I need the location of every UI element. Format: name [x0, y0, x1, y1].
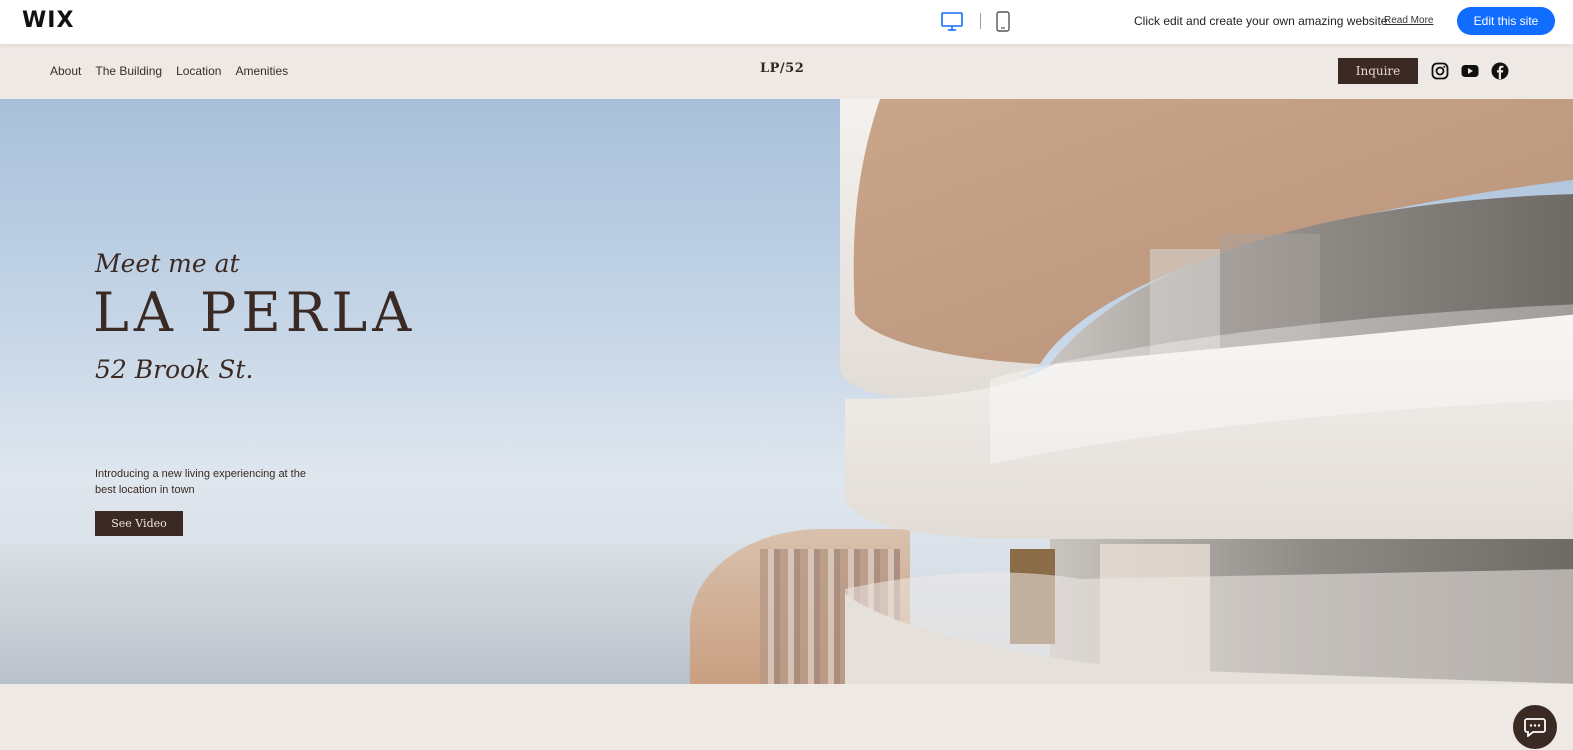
chat-button[interactable]	[1513, 705, 1557, 749]
youtube-icon[interactable]	[1461, 62, 1479, 80]
mobile-icon[interactable]	[996, 11, 1010, 32]
nav-item-location[interactable]: Location	[176, 64, 221, 78]
nav-item-about[interactable]: About	[50, 64, 81, 78]
instagram-icon[interactable]	[1431, 62, 1449, 80]
inquire-button[interactable]: Inquire	[1338, 58, 1418, 84]
wix-top-bar: WIX Click edit and create your own amazi…	[0, 0, 1573, 45]
site-header: About The Building Location Amenities LP…	[0, 45, 1573, 99]
see-video-button[interactable]: See Video	[95, 511, 183, 536]
hero-pre-title: Meet me at	[95, 249, 240, 278]
device-separator	[980, 13, 981, 29]
hero-description: Introducing a new living experiencing at…	[95, 468, 306, 496]
building-image	[840, 99, 1573, 684]
facebook-icon[interactable]	[1491, 62, 1509, 80]
hero-address: 52 Brook St.	[95, 355, 254, 384]
main-nav: About The Building Location Amenities	[50, 64, 288, 78]
desktop-icon[interactable]	[941, 12, 963, 32]
nav-item-the-building[interactable]: The Building	[95, 64, 162, 78]
nav-item-amenities[interactable]: Amenities	[235, 64, 288, 78]
site-logo[interactable]: LP/52	[760, 61, 804, 76]
hero-title: LA PERLA	[93, 281, 417, 344]
read-more-link[interactable]: Read More	[1384, 15, 1433, 26]
chat-icon	[1524, 718, 1546, 737]
wix-logo[interactable]: WIX	[22, 8, 74, 33]
wix-promo-message: Click edit and create your own amazing w…	[1134, 14, 1388, 28]
hero-section: Meet me at LA PERLA 52 Brook St. Introdu…	[0, 99, 1573, 684]
edit-this-site-button[interactable]: Edit this site	[1457, 7, 1555, 35]
